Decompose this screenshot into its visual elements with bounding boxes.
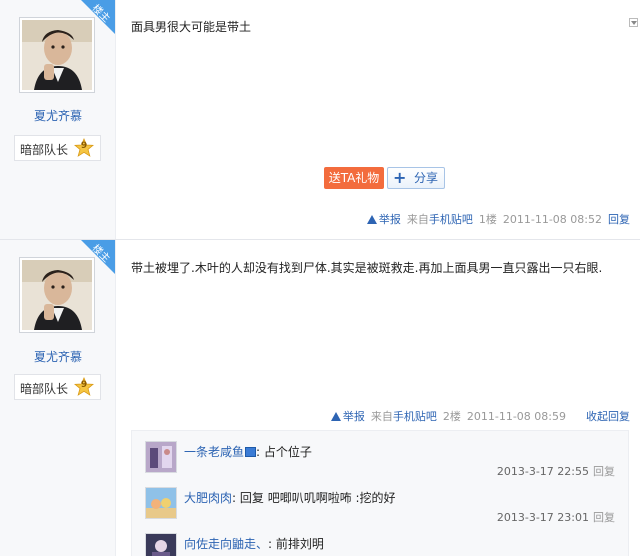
sub-reply-avatar[interactable] — [145, 533, 177, 556]
author-name[interactable]: 夏尤齐慕 — [0, 107, 116, 124]
rank-badge[interactable]: 暗部队长 9 — [14, 374, 101, 400]
share-button[interactable]: + 分享 — [387, 167, 445, 189]
sub-reply-user[interactable]: 向佐走向鼬走、 — [184, 537, 268, 551]
sub-reply-item: 一条老咸鱼 : 占个位子 2013-3-17 22:55 回复 — [132, 441, 628, 487]
rank-badge[interactable]: 暗部队长 9 — [14, 135, 101, 161]
share-label: 分享 — [414, 171, 439, 185]
reply-link[interactable]: 回复 — [608, 211, 630, 227]
avatar[interactable] — [19, 257, 95, 333]
sub-reply-content: : 占个位子 — [256, 445, 312, 459]
send-gift-button[interactable]: 送TA礼物 — [324, 167, 384, 189]
sub-reply-list: 一条老咸鱼 : 占个位子 2013-3-17 22:55 回复 大肥肉肉: 回复 吧… — [131, 430, 629, 556]
post-tail: 举报 来自手机贴吧 2楼 2011-11-08 08:59 收起回复 — [330, 408, 630, 424]
sub-reply-user[interactable]: 大肥肉肉 — [184, 491, 232, 505]
sub-reply-time: 2013-3-17 22:55 — [496, 465, 589, 478]
report-link[interactable]: 举报 — [330, 408, 365, 424]
sub-reply-time: 2013-3-17 23:01 — [496, 511, 589, 524]
post-content: 面具男很大可能是带土 — [131, 20, 252, 34]
sub-reply-avatar[interactable] — [145, 441, 177, 473]
source-link[interactable]: 手机贴吧 — [393, 410, 437, 423]
post-floor-1: 楼主 夏尤齐慕 暗部队长 9 面具男很大可能是带土 送TA礼物 + 分享 举报 … — [0, 0, 640, 240]
report-warning-icon — [366, 214, 377, 224]
sub-reply-button[interactable]: 回复 — [593, 465, 615, 478]
sub-reply-user[interactable]: 一条老咸鱼 — [184, 445, 244, 459]
rank-level: 9 — [80, 380, 88, 390]
avatar[interactable] — [19, 17, 95, 93]
post-time: 2011-11-08 08:52 — [502, 212, 602, 226]
sub-reply-meta: 2013-3-17 23:01 回复 — [497, 509, 615, 525]
sub-reply-content: : 回复 吧唧叭叽啊啦咘 :挖的好 — [232, 491, 396, 505]
sub-reply-item: 向佐走向鼬走、: 前排刘明 — [132, 533, 628, 556]
sub-reply-avatar[interactable] — [145, 487, 177, 519]
source-link[interactable]: 手机贴吧 — [429, 213, 473, 226]
avatar-image — [146, 534, 176, 556]
report-link[interactable]: 举报 — [366, 211, 401, 227]
source-prefix: 来自 — [406, 213, 429, 226]
rank-name: 暗部队长 — [20, 382, 69, 396]
sub-reply-content: : 前排刘明 — [268, 537, 324, 551]
sub-reply-button[interactable]: 回复 — [593, 511, 615, 524]
rank-name: 暗部队长 — [20, 143, 69, 157]
fold-reply-link[interactable]: 收起回复 — [586, 408, 630, 424]
floor-number: 1楼 — [478, 213, 497, 226]
source-prefix: 来自 — [370, 410, 393, 423]
avatar-image — [146, 442, 176, 472]
author-sidebar: 楼主 夏尤齐慕 暗部队长 9 — [0, 0, 116, 239]
share-plus-icon: + — [393, 168, 407, 187]
avatar-image — [22, 260, 92, 330]
post-tail: 举报 来自手机贴吧 1楼 2011-11-08 08:52 回复 — [366, 211, 630, 227]
sub-reply-text: 向佐走向鼬走、: 前排刘明 — [184, 535, 324, 552]
sub-reply-meta: 2013-3-17 22:55 回复 — [497, 463, 615, 479]
post-menu-arrow-icon[interactable] — [629, 18, 638, 27]
post-floor-2: 楼主 夏尤齐慕 暗部队长 9 带土被埋了.木叶的人却没有找到尸体.其实是被斑救走… — [0, 240, 640, 556]
avatar-image — [146, 488, 176, 518]
report-warning-icon — [330, 411, 341, 421]
sub-reply-text: 一条老咸鱼 : 占个位子 — [184, 443, 312, 460]
avatar-image — [22, 20, 92, 90]
post-content: 带土被埋了.木叶的人却没有找到尸体.其实是被斑救走.再加上面具男一直只露出一只右… — [131, 261, 603, 275]
rank-level: 9 — [80, 141, 88, 151]
author-name[interactable]: 夏尤齐慕 — [0, 348, 116, 365]
author-sidebar: 楼主 夏尤齐慕 暗部队长 9 — [0, 240, 116, 556]
floor-number: 2楼 — [442, 410, 461, 423]
sub-reply-text: 大肥肉肉: 回复 吧唧叭叽啊啦咘 :挖的好 — [184, 489, 396, 506]
vip-icon — [245, 447, 257, 457]
post-time: 2011-11-08 08:59 — [466, 409, 566, 423]
sub-reply-item: 大肥肉肉: 回复 吧唧叭叽啊啦咘 :挖的好 2013-3-17 23:01 回复 — [132, 487, 628, 533]
